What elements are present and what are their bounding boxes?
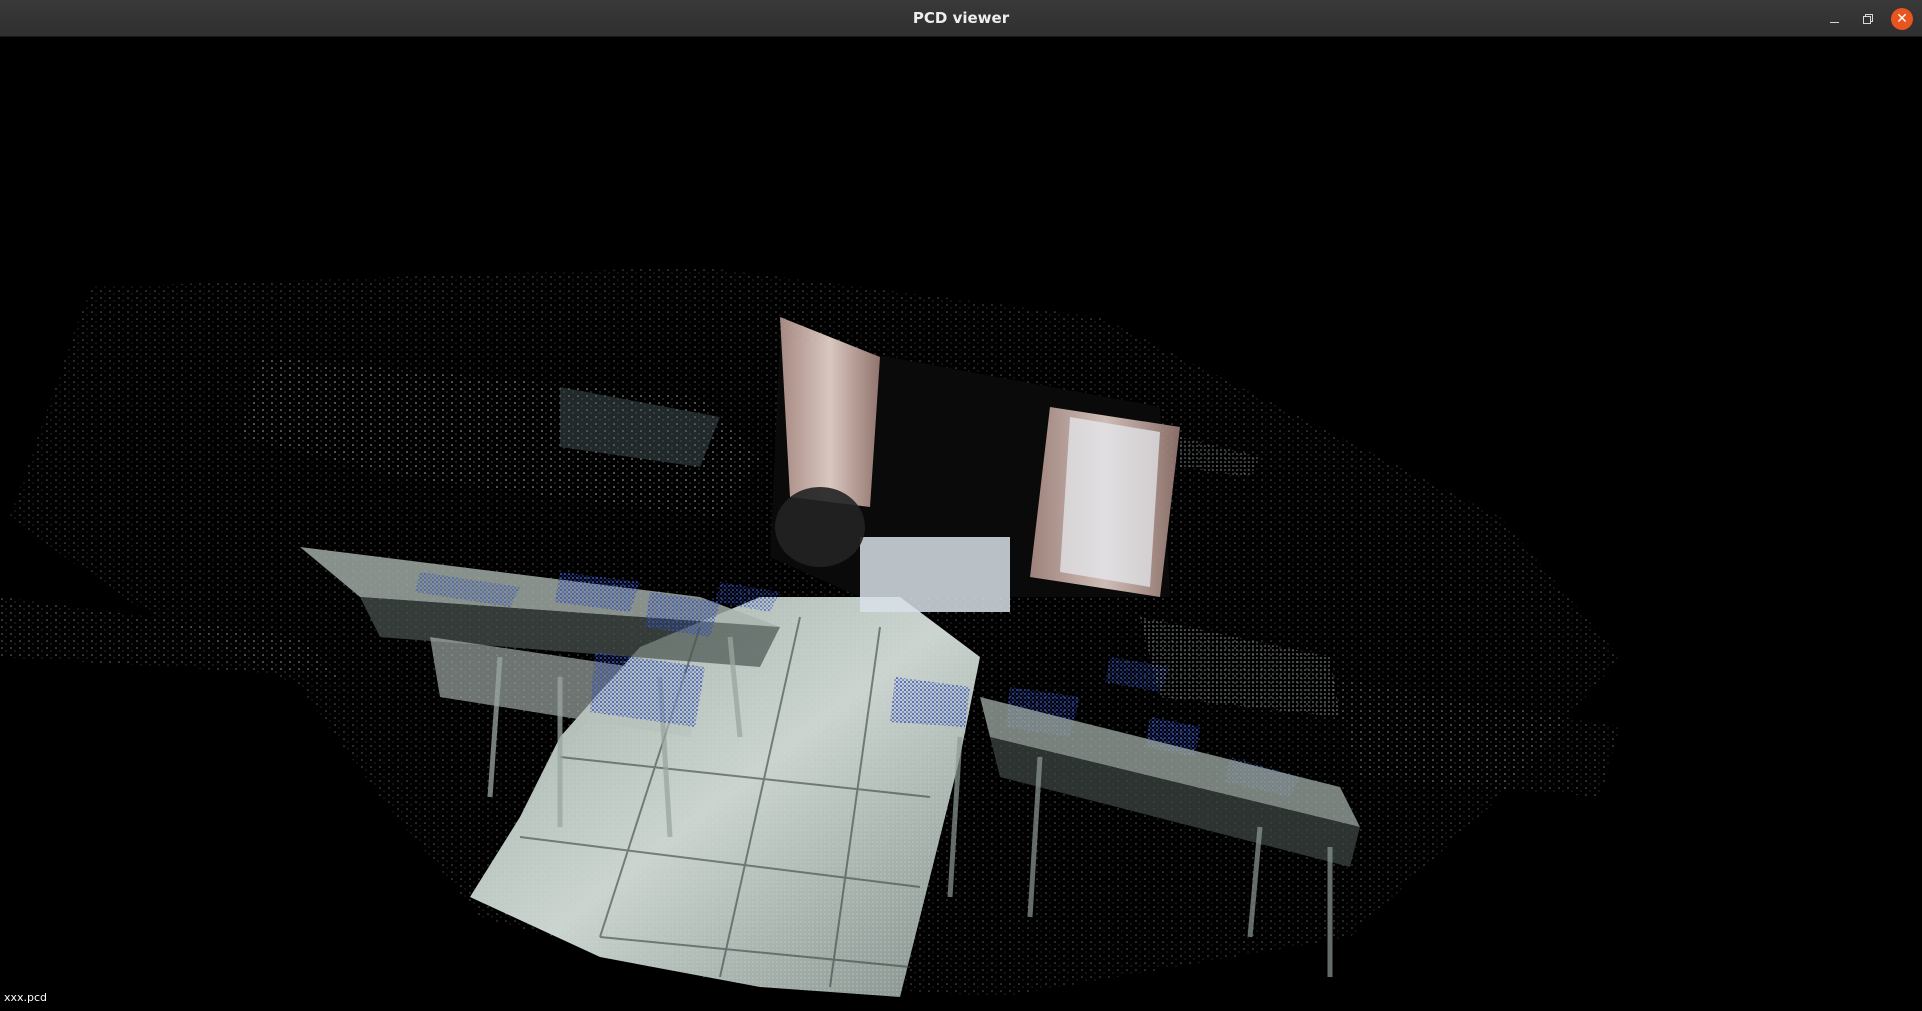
title-bar[interactable]: PCD viewer ✕ bbox=[0, 0, 1922, 37]
restore-icon bbox=[1863, 14, 1873, 24]
maximize-button[interactable] bbox=[1857, 8, 1879, 30]
status-text: xxx.pcd bbox=[4, 991, 48, 1004]
point-cloud-render bbox=[0, 267, 1620, 997]
back-wall-white bbox=[860, 537, 1010, 612]
window-title: PCD viewer bbox=[912, 9, 1010, 27]
close-button[interactable]: ✕ bbox=[1891, 8, 1913, 30]
pcd-viewer-window: PCD viewer ✕ xxx.pcd bbox=[0, 0, 1922, 1011]
person-points bbox=[775, 487, 865, 567]
minimize-button[interactable] bbox=[1823, 8, 1845, 30]
close-icon: ✕ bbox=[1896, 11, 1908, 27]
minimize-icon bbox=[1829, 16, 1839, 23]
point-cloud-viewport[interactable]: xxx.pcd bbox=[0, 37, 1922, 1011]
